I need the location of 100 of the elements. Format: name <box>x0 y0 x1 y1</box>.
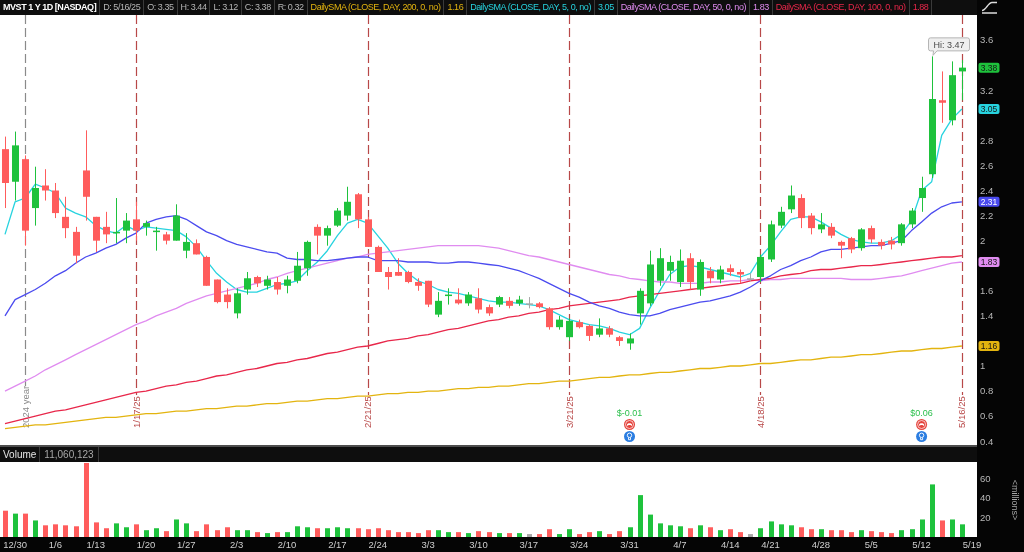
volume-bar <box>416 533 421 537</box>
candle <box>586 324 593 342</box>
volume-bar <box>497 533 502 537</box>
volume-bar <box>758 528 763 537</box>
date-axis-label: 4/28 <box>811 539 831 550</box>
volume-bar <box>638 495 643 537</box>
candle <box>274 276 281 296</box>
candle <box>949 60 956 126</box>
volume-bar <box>899 530 904 537</box>
date-axis-label: 3/24 <box>569 539 589 550</box>
candle <box>959 59 966 101</box>
candle <box>818 212 825 234</box>
candle <box>596 317 603 338</box>
candle <box>405 270 412 284</box>
candle <box>103 211 110 244</box>
volume-bar <box>225 527 230 537</box>
candle <box>808 212 815 235</box>
volume-bar <box>577 534 582 537</box>
volume-bar <box>879 532 884 537</box>
candle <box>344 186 351 222</box>
volume-bar <box>466 533 471 537</box>
volume-bar <box>658 523 663 537</box>
volume-bar <box>950 519 955 537</box>
volume-bar <box>164 531 169 537</box>
volume-bar <box>356 528 361 537</box>
candle <box>939 70 946 124</box>
candle <box>435 291 442 318</box>
candle <box>898 222 905 247</box>
candle <box>395 257 402 277</box>
candle <box>133 201 140 242</box>
date-axis-label: 1/27 <box>177 539 196 550</box>
volume-bar <box>184 523 189 537</box>
candle <box>455 287 462 306</box>
candle <box>334 207 341 228</box>
volume-bar <box>537 534 542 537</box>
volume-bar <box>648 514 653 537</box>
phone-icon[interactable] <box>624 419 635 430</box>
candle <box>606 325 613 338</box>
candle <box>778 206 785 229</box>
date-axis-label: 2/3 <box>230 539 244 550</box>
axis-tick-label: 2 <box>980 234 986 246</box>
date-axis-label: 2/24 <box>368 539 387 550</box>
curve-icon[interactable] <box>981 1 998 14</box>
volume-bar <box>436 530 441 537</box>
volume-bar <box>809 529 814 537</box>
value-badge: 3.05 <box>978 104 1000 115</box>
phone-icon[interactable] <box>916 419 928 430</box>
axis-tick-label: 1.6 <box>980 285 994 297</box>
volume-bar <box>597 531 602 537</box>
candle <box>284 275 291 294</box>
volume-bar <box>527 534 532 537</box>
volume-bar <box>285 532 290 537</box>
candle <box>828 222 835 239</box>
candle <box>627 332 634 351</box>
date-axis-label: 12/30 <box>3 539 27 550</box>
date-marker-label: 5/16/25 <box>956 396 968 428</box>
candle <box>667 255 674 282</box>
volume-bar <box>718 530 723 537</box>
date-axis-label: 3/3 <box>421 539 435 550</box>
axis-tick-label: 2.2 <box>980 209 994 221</box>
volume-bar <box>33 520 38 537</box>
volume-bar <box>557 534 562 537</box>
volume-bar <box>144 530 149 537</box>
candle <box>173 203 180 242</box>
volume-bar <box>738 532 743 537</box>
lightbulb-icon[interactable] <box>624 431 635 442</box>
volume-bar <box>910 529 915 537</box>
volume-bar <box>547 529 552 537</box>
volume-bar <box>688 528 693 537</box>
volume-bar <box>406 532 411 537</box>
volume-bar <box>386 530 391 537</box>
candle <box>415 277 422 292</box>
volume-bar <box>789 525 794 537</box>
volume-bar <box>617 531 622 537</box>
volume-bar <box>345 528 350 537</box>
date-axis-label: 2/17 <box>328 539 347 550</box>
volume-bar <box>215 530 220 537</box>
volume-bar <box>426 530 431 537</box>
candle <box>12 131 19 202</box>
volume-bar <box>708 527 713 537</box>
high-price-callout: Hi: 3.47 <box>928 37 970 56</box>
volume-bar <box>235 530 240 537</box>
axis-tick-label: 1.4 <box>980 310 994 322</box>
volume-bar <box>3 510 8 537</box>
candle <box>556 315 563 331</box>
lightbulb-icon[interactable] <box>916 431 928 442</box>
candle <box>717 265 724 284</box>
volume-bar <box>698 525 703 537</box>
axis-tick-label: 20 <box>980 511 991 523</box>
axis-tick-label: 2.8 <box>980 134 994 146</box>
axis-tick-label: 1 <box>980 360 986 372</box>
volume-bar <box>43 525 48 537</box>
candle <box>214 279 221 304</box>
candle <box>355 192 362 229</box>
volume-bar <box>819 529 824 537</box>
candle <box>123 212 130 244</box>
date-marker-label: 4/18/25 <box>754 396 766 428</box>
volume-bar <box>275 532 280 537</box>
candle <box>42 168 49 202</box>
candle <box>798 193 805 229</box>
